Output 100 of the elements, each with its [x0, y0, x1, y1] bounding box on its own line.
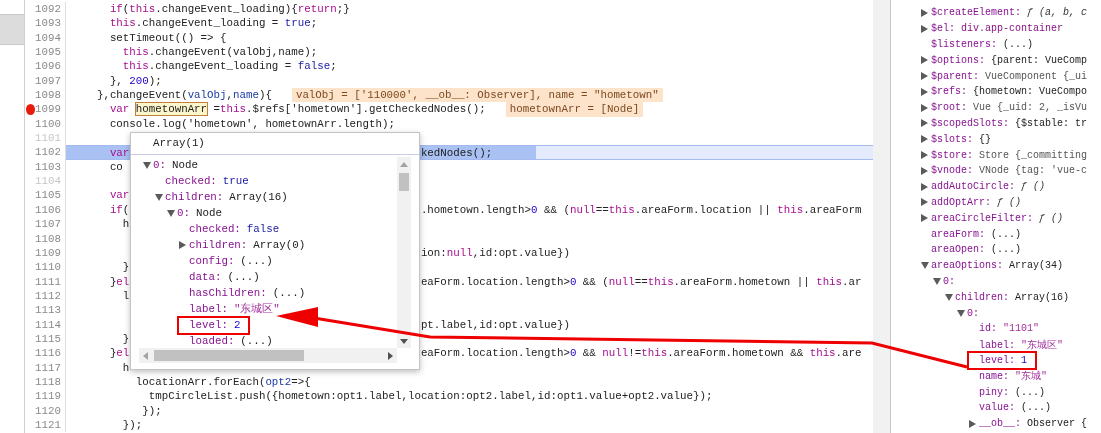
property-entry: value: (...)	[979, 402, 1052, 414]
property-entry: $createElement: ƒ (a, b, c	[931, 7, 1088, 19]
caret-right-icon[interactable]	[969, 419, 976, 428]
caret-down-icon[interactable]	[945, 293, 953, 301]
code-line: var	[108, 188, 130, 203]
property-entry: checked: true	[165, 175, 249, 187]
line-number: 1110	[35, 260, 62, 275]
property-entry: children: Array(16)	[165, 191, 288, 203]
property-entry: $store: Store {_committing	[931, 149, 1088, 161]
property-entry: $root: Vue {_uid: 2, _isVu	[931, 102, 1088, 114]
line-number: 1093	[35, 16, 62, 31]
scroll-right-icon[interactable]	[388, 351, 393, 360]
code-line: ion:null,id:opt.value})	[420, 245, 570, 261]
caret-down-icon[interactable]	[957, 309, 965, 317]
property-entry: id: "1101"	[979, 323, 1040, 335]
property-entry: $listeners: (...)	[931, 39, 1034, 50]
caret-right-icon[interactable]	[921, 135, 928, 144]
code-line: setTimeout(() => {	[108, 30, 227, 46]
code-line: pt.label,id:opt.value})	[420, 317, 570, 332]
code-line: locationArr.forEach(opt2=>{	[134, 374, 311, 390]
line-number: 1115	[35, 331, 62, 347]
caret-right-icon[interactable]	[921, 24, 928, 33]
caret-right-icon[interactable]	[921, 151, 928, 160]
line-number: 1104	[35, 174, 62, 189]
caret-right-icon[interactable]	[921, 103, 928, 112]
line-number: 1118	[35, 374, 62, 390]
property-entry: level: 2	[189, 318, 241, 331]
property-entry: $parent: VueComponent {_ui	[931, 70, 1088, 82]
code-line: if(	[108, 202, 130, 218]
line-number: 1101	[35, 131, 62, 146]
caret-down-icon[interactable]	[921, 262, 929, 270]
property-entry: label: "东城区"	[189, 302, 280, 316]
property-entry: label: "东城区"	[979, 338, 1064, 352]
property-entry: 0: Node	[153, 159, 198, 171]
property-entry: areaCircleFilter: ƒ ()	[931, 212, 1064, 224]
code-line: }, 200);	[108, 73, 162, 89]
caret-down-icon[interactable]	[933, 277, 941, 285]
line-number: 1109	[35, 245, 62, 261]
line-number: 1094	[35, 30, 62, 46]
caret-right-icon[interactable]	[921, 166, 928, 175]
line-number: 1119	[35, 389, 62, 404]
line-number: 1092	[35, 2, 62, 17]
breakpoint-marker[interactable]	[26, 104, 36, 116]
scrollbar-thumb[interactable]	[154, 350, 304, 361]
caret-down-icon[interactable]	[167, 209, 175, 217]
line-number: 1116	[35, 346, 62, 361]
caret-right-icon[interactable]	[921, 214, 928, 223]
code-line: kedNodes();	[420, 146, 493, 161]
inline-value: hometownArr = [Node]	[505, 102, 644, 117]
property-entry: $slots: {}	[931, 133, 992, 145]
caret-right-icon[interactable]	[921, 8, 928, 17]
property-entry: children: Array(0)	[189, 239, 306, 251]
caret-right-icon[interactable]	[921, 182, 928, 191]
property-entry: __ob__: Observer {	[979, 418, 1088, 430]
code-line: l	[121, 288, 130, 304]
caret-down-icon[interactable]	[143, 161, 151, 169]
property-entry: 0: Node	[177, 207, 222, 219]
code-line: }	[121, 260, 130, 275]
caret-right-icon[interactable]	[921, 119, 928, 128]
line-number: 1103	[35, 159, 62, 175]
inline-value: valObj = ['110000', __ob__: Observer], name = "hometown"	[291, 88, 663, 103]
caret-down-icon[interactable]	[155, 193, 163, 201]
line-number: 1112	[35, 288, 62, 304]
caret-right-icon[interactable]	[921, 198, 928, 207]
scrollbar-thumb[interactable]	[399, 173, 409, 191]
popup-title: Array(1)	[131, 133, 419, 155]
line-number: 1117	[35, 360, 62, 375]
caret-right-icon[interactable]	[921, 56, 928, 65]
code-line: console.log('hometown', hometownArr.length);	[108, 116, 395, 132]
line-number: 1099	[35, 102, 62, 117]
vertical-scrollbar[interactable]	[397, 157, 411, 348]
property-entry: children: Array(16)	[955, 291, 1070, 303]
code-line: eaForm.location.length>0 && (null==this.areaForm.hometown || this.ar	[420, 274, 862, 289]
property-entry: loaded: (...)	[189, 335, 273, 347]
code-line: });	[141, 403, 162, 418]
line-number: 1102	[35, 145, 62, 160]
horizontal-scrollbar[interactable]	[139, 348, 397, 363]
property-entry: areaOpen: (...)	[931, 244, 1022, 256]
property-entry: $refs: {hometown: VueCompo	[931, 86, 1088, 98]
code-line: }	[121, 331, 130, 347]
caret-right-icon[interactable]	[179, 241, 186, 249]
code-line: eaForm.location.length>0 && null!=this.areaForm.hometown && this.are	[420, 346, 862, 361]
code-line: },changeEvent(valObj,name){	[95, 88, 272, 103]
property-entry: level: 1	[979, 354, 1028, 366]
line-number: 1114	[35, 317, 62, 332]
line-number: 1097	[35, 73, 62, 89]
property-entry: addOptArr: ƒ ()	[931, 196, 1022, 208]
code-line: h	[121, 217, 130, 232]
line-number: 1106	[35, 202, 62, 218]
property-entry: piny: (...)	[979, 386, 1046, 398]
scrollbar-track[interactable]	[873, 0, 891, 433]
caret-right-icon[interactable]	[921, 72, 928, 81]
property-entry: 0:	[943, 275, 955, 287]
line-number: 1098	[35, 88, 62, 103]
code-line: .hometown.length>0 && (null==this.areaForm.location || this.areaForm	[420, 202, 862, 218]
line-number: 1095	[35, 45, 62, 60]
line-number: 1108	[35, 231, 62, 246]
property-entry: data: (...)	[189, 271, 260, 283]
line-number: 1120	[35, 403, 62, 418]
caret-right-icon[interactable]	[921, 87, 928, 96]
